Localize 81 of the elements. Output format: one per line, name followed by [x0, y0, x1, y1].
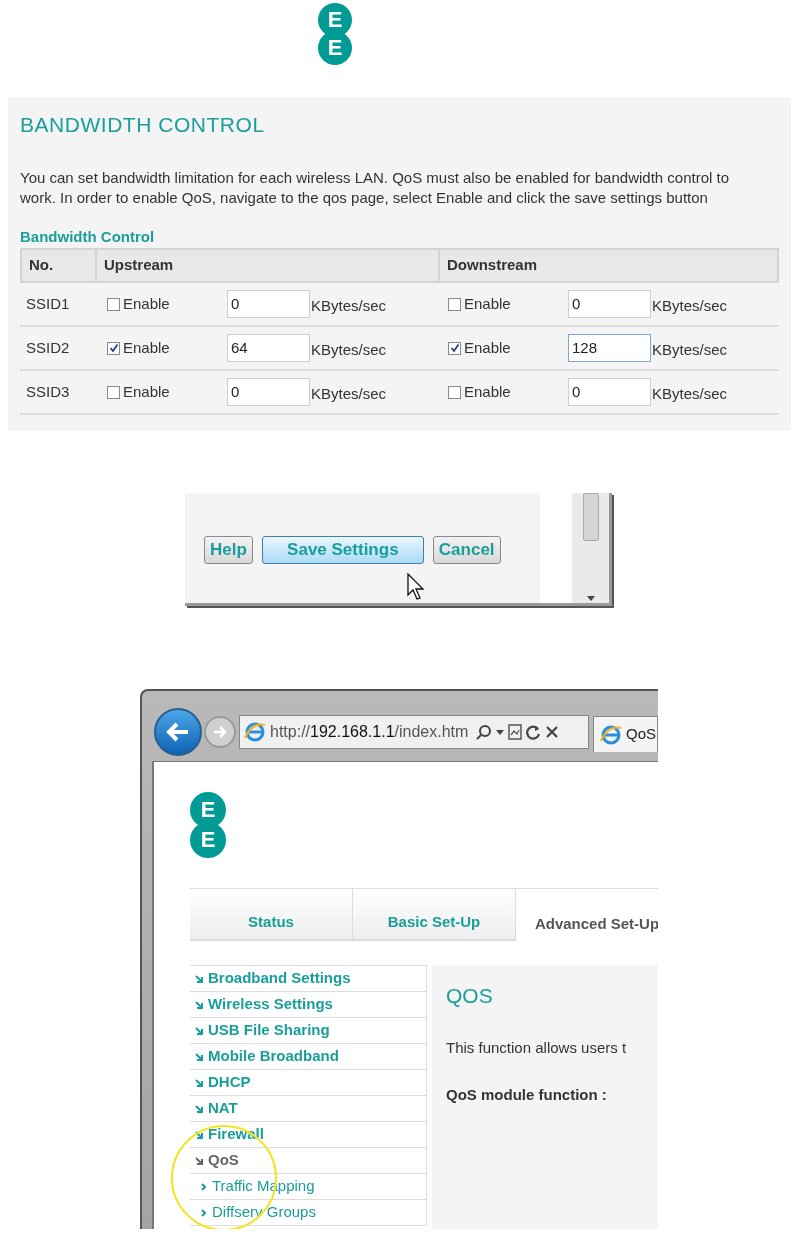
column-header: Upstream	[95, 250, 438, 281]
ssid-label: SSID3	[25, 381, 71, 402]
forward-arrow-icon	[212, 725, 228, 739]
arrow-icon	[195, 1130, 203, 1139]
close-icon	[545, 725, 560, 739]
enable-checkbox[interactable]	[107, 385, 120, 399]
sidebar-item[interactable]: NAT	[190, 1096, 427, 1122]
column-header: Downstream	[438, 250, 777, 281]
chevron-icon	[201, 1182, 206, 1191]
arrow-icon	[195, 1000, 203, 1009]
enable-label: Enable	[123, 381, 171, 402]
logo-letter: E	[200, 829, 216, 851]
scrollbar[interactable]	[572, 493, 609, 603]
browser-e-icon	[600, 724, 622, 745]
scroll-down-icon	[586, 596, 595, 601]
tab-title: QoS	[626, 724, 656, 745]
enable-label: Enable	[464, 381, 512, 402]
enable-checkbox[interactable]	[107, 341, 120, 355]
chevron-icon	[201, 1208, 206, 1217]
arrow-icon	[195, 1026, 203, 1035]
unit-label: KBytes/sec	[311, 383, 387, 404]
unit-label: KBytes/sec	[652, 295, 728, 316]
rate-input[interactable]: 64	[227, 334, 310, 362]
enable-checkbox[interactable]	[448, 341, 461, 355]
browser-tab[interactable]: QoS	[593, 716, 658, 752]
field-label: QoS module function :	[446, 1085, 608, 1105]
arrow-icon	[195, 1052, 203, 1061]
sidebar-item[interactable]: QoS	[190, 1148, 427, 1174]
nav-tab[interactable]: Status	[190, 888, 353, 941]
enable-checkbox[interactable]	[107, 297, 120, 311]
page-title: BANDWIDTH CONTROL	[20, 112, 266, 138]
content-description: This function allows users t	[446, 1037, 628, 1058]
nav-tab[interactable]: Basic Set-Up	[353, 888, 516, 941]
back-button[interactable]	[154, 708, 202, 756]
section-title: Bandwidth Control	[20, 226, 156, 247]
sidebar-subitem[interactable]: Diffserv Groups	[190, 1200, 427, 1226]
browser-e-icon	[244, 722, 266, 742]
help-button[interactable]: Help	[204, 536, 253, 564]
arrow-icon	[195, 974, 203, 983]
enable-label: Enable	[464, 293, 512, 314]
sidebar-item[interactable]: Broadband Settings	[190, 966, 427, 992]
logo-letter: E	[200, 799, 216, 821]
enable-label: Enable	[464, 337, 512, 358]
enable-checkbox[interactable]	[448, 297, 461, 311]
url-text: http://192.168.1.1/index.htm	[270, 722, 469, 742]
arrow-icon	[195, 1104, 203, 1113]
rate-input[interactable]: 0	[568, 290, 651, 318]
ssid-label: SSID2	[25, 337, 71, 358]
unit-label: KBytes/sec	[311, 295, 387, 316]
save-settings-button[interactable]: Save Settings	[261, 536, 424, 564]
unit-label: KBytes/sec	[652, 383, 728, 404]
sidebar-item[interactable]: Wireless Settings	[190, 992, 427, 1018]
enable-label: Enable	[123, 337, 171, 358]
address-bar[interactable]: http://192.168.1.1/index.htm	[239, 715, 589, 749]
back-arrow-icon	[166, 722, 190, 742]
sidebar-item[interactable]: USB File Sharing	[190, 1018, 427, 1044]
content-title: QOS	[446, 983, 494, 1009]
sidebar-item[interactable]: DHCP	[190, 1070, 427, 1096]
compatibility-icon	[508, 724, 523, 740]
dropdown-caret-icon	[496, 729, 505, 735]
rate-input[interactable]: 0	[568, 378, 651, 406]
search-icon	[476, 724, 493, 740]
arrow-icon	[195, 1078, 203, 1087]
rate-input[interactable]: 0	[227, 290, 310, 318]
enable-checkbox[interactable]	[448, 385, 461, 399]
rate-input[interactable]: 128	[568, 334, 651, 362]
logo-letter: E	[327, 37, 343, 59]
forward-button[interactable]	[204, 716, 236, 748]
column-header: No.	[28, 255, 55, 276]
cancel-button[interactable]: Cancel	[432, 536, 501, 564]
enable-label: Enable	[123, 293, 171, 314]
description: You can set bandwidth limitation for each wireless LAN. QoS must also be enabled for bandwidth control to work. In order to enable QoS, navigate to the qos page, select Enable and click the save settings button	[20, 167, 730, 208]
sidebar-item[interactable]: Mobile Broadband	[190, 1044, 427, 1070]
unit-label: KBytes/sec	[311, 339, 387, 360]
rate-input[interactable]: 0	[227, 378, 310, 406]
arrow-icon	[195, 1156, 203, 1165]
ssid-label: SSID1	[25, 293, 71, 314]
refresh-icon	[526, 724, 542, 740]
logo-letter: E	[327, 9, 343, 31]
unit-label: KBytes/sec	[652, 339, 728, 360]
scrollbar-thumb[interactable]	[582, 493, 599, 541]
